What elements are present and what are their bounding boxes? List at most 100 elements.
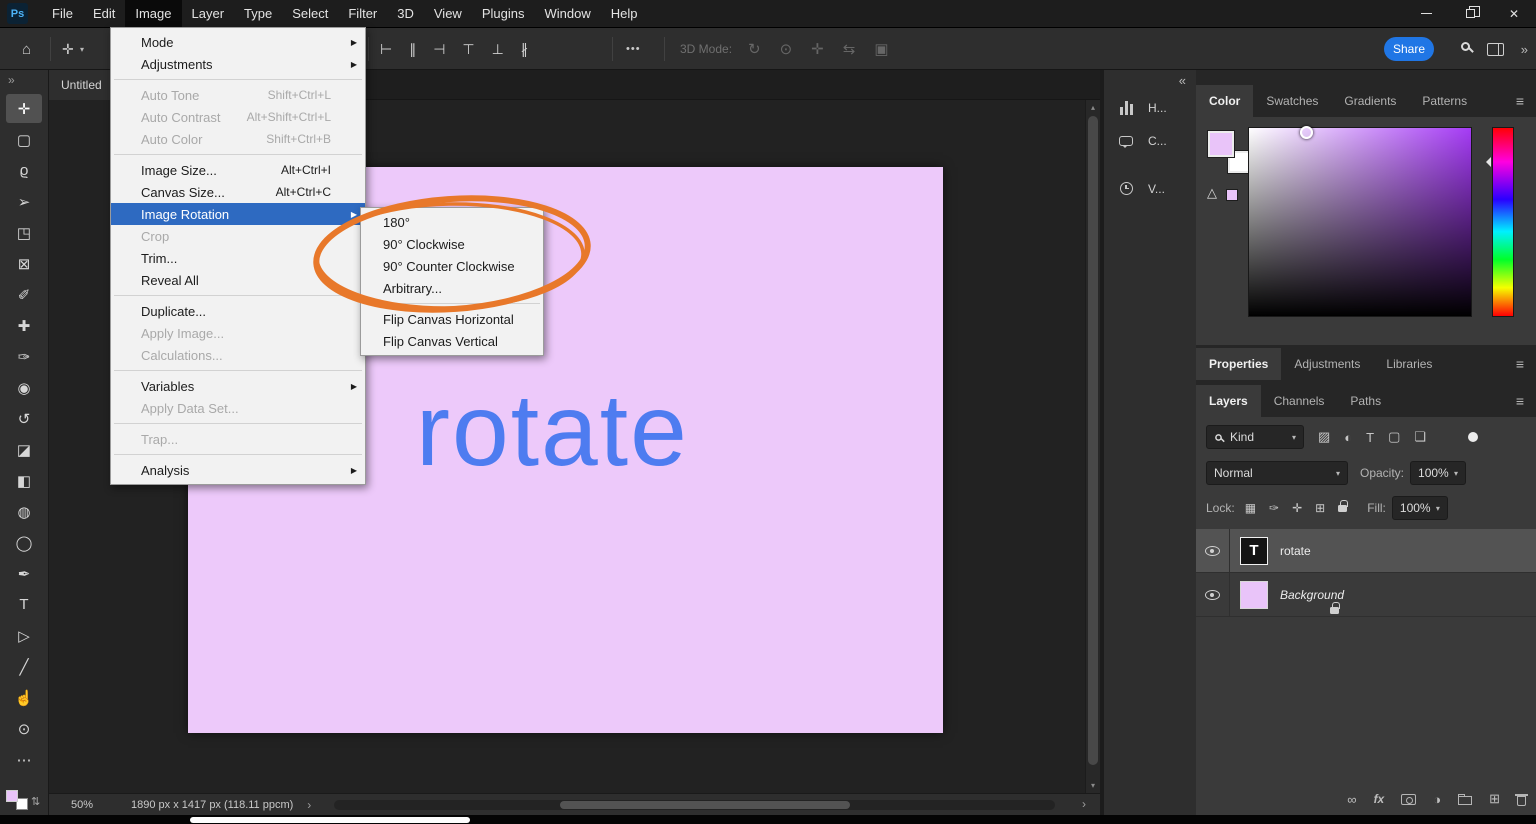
layer-visibility-icon[interactable] (1205, 546, 1220, 556)
menu-item-apply-data-set[interactable]: Apply Data Set... (111, 397, 365, 419)
menu-item-analysis[interactable]: Analysis ▶ (111, 459, 365, 481)
menu-item-image-rotation[interactable]: Image Rotation ▶ (111, 203, 365, 225)
foreground-color-swatch[interactable] (6, 790, 18, 802)
layer-filter-kind-select[interactable]: Kind ▾ (1206, 425, 1304, 449)
tab-swatches[interactable]: Swatches (1253, 85, 1331, 117)
scroll-up-icon[interactable]: ▴ (1086, 103, 1100, 112)
filter-shape-layers-icon[interactable]: ▢ (1388, 429, 1400, 445)
menu-item-auto-tone[interactable]: Auto Tone Shift+Ctrl+L (111, 84, 365, 106)
blur-tool[interactable]: ◍ (6, 497, 42, 526)
lock-position-icon[interactable]: ✛ (1292, 501, 1302, 515)
opacity-select[interactable]: 100% ▾ (1410, 461, 1466, 485)
vertical-scrollbar-thumb[interactable] (1088, 116, 1098, 765)
lock-artboard-icon[interactable]: ⊞ (1315, 501, 1325, 515)
tab-paths[interactable]: Paths (1337, 385, 1394, 417)
layer-thumbnail[interactable]: T (1240, 537, 1268, 565)
pen-tool[interactable]: ✒ (6, 559, 42, 588)
filter-toggle-icon[interactable] (1468, 432, 1478, 442)
menu-window[interactable]: Window (534, 0, 600, 27)
line-tool[interactable]: ╱ (6, 652, 42, 681)
lock-all-icon[interactable] (1338, 505, 1347, 512)
object-selection-tool[interactable]: ➢ (6, 187, 42, 216)
restore-button[interactable] (1448, 0, 1492, 27)
menu-view[interactable]: View (424, 0, 472, 27)
minimize-button[interactable] (1404, 0, 1448, 27)
lasso-tool[interactable]: ϱ (6, 156, 42, 185)
gradient-tool[interactable]: ◧ (6, 466, 42, 495)
align-top-edges-icon[interactable]: ⊤ (462, 41, 474, 58)
path-selection-tool[interactable]: ▷ (6, 621, 42, 650)
adjustment-layer-icon[interactable]: ◑ (1433, 792, 1441, 807)
blend-mode-select[interactable]: Normal ▾ (1206, 461, 1348, 485)
layer-visibility-icon[interactable] (1205, 590, 1220, 600)
status-chevron-icon[interactable]: › (307, 798, 311, 812)
menu-item-image-size[interactable]: Image Size... Alt+Ctrl+I (111, 159, 365, 181)
panel-menu-icon[interactable]: ≡ (1516, 348, 1536, 380)
gamut-warning-icon[interactable]: △ (1207, 185, 1217, 201)
align-right-edges-icon[interactable]: ⊣ (433, 41, 445, 58)
menu-item-duplicate[interactable]: Duplicate... (111, 300, 365, 322)
submenu-item-flip-canvas-vertical[interactable]: Flip Canvas Vertical (361, 330, 543, 352)
double-chevron-right-icon[interactable]: » (1521, 28, 1528, 70)
menu-item-calculations[interactable]: Calculations... (111, 344, 365, 366)
tab-channels[interactable]: Channels (1261, 385, 1338, 417)
menu-edit[interactable]: Edit (83, 0, 125, 27)
marquee-tool[interactable]: ▢ (6, 125, 42, 154)
camera-3d-icon[interactable]: ▣ (874, 40, 888, 58)
layer-row[interactable]: T rotate (1196, 529, 1536, 573)
healing-brush-tool[interactable]: ✚ (6, 311, 42, 340)
menu-image[interactable]: Image (125, 0, 181, 27)
horizontal-scrollbar[interactable] (334, 800, 1055, 810)
toolbar-expand-icon[interactable]: » (0, 70, 48, 90)
video-progress-bar[interactable] (190, 817, 470, 823)
scroll-down-icon[interactable]: ▾ (1086, 781, 1100, 790)
tab-properties[interactable]: Properties (1196, 348, 1281, 380)
delete-layer-icon[interactable] (1517, 796, 1526, 806)
menu-item-apply-image[interactable]: Apply Image... (111, 322, 365, 344)
menu-item-adjustments[interactable]: Adjustments ▶ (111, 53, 365, 75)
panel-menu-icon[interactable]: ≡ (1516, 385, 1536, 417)
menu-item-auto-color[interactable]: Auto Color Shift+Ctrl+B (111, 128, 365, 150)
tab-gradients[interactable]: Gradients (1331, 85, 1409, 117)
submenu-item-180[interactable]: 180° (361, 211, 543, 233)
new-layer-icon[interactable]: ⊞ (1489, 791, 1500, 807)
saturation-brightness-field[interactable] (1248, 127, 1472, 317)
tab-patterns[interactable]: Patterns (1409, 85, 1480, 117)
menu-item-variables[interactable]: Variables ▶ (111, 375, 365, 397)
menu-file[interactable]: File (42, 0, 83, 27)
menu-select[interactable]: Select (282, 0, 338, 27)
layer-row[interactable]: Background (1196, 573, 1536, 617)
history-brush-tool[interactable]: ↺ (6, 404, 42, 433)
menu-type[interactable]: Type (234, 0, 282, 27)
histogram-panel-button[interactable]: H... (1104, 91, 1196, 124)
layer-mask-icon[interactable] (1401, 794, 1416, 805)
align-bottom-edges-icon[interactable]: ⊥ (492, 41, 504, 58)
menu-layer[interactable]: Layer (182, 0, 235, 27)
close-button[interactable]: ✕ (1492, 0, 1536, 27)
zoom-tool[interactable]: ⊙ (6, 714, 42, 743)
drag-3d-icon[interactable]: ✛ (811, 40, 824, 58)
version-history-panel-button[interactable]: V... (1104, 172, 1196, 205)
layer-thumbnail[interactable] (1240, 581, 1268, 609)
color-picker-ring[interactable] (1300, 126, 1313, 139)
slide-3d-icon[interactable]: ⇆ (843, 40, 856, 58)
tab-layers[interactable]: Layers (1196, 385, 1261, 417)
align-horizontal-centers-icon[interactable]: ∥ (409, 41, 416, 58)
menu-3d[interactable]: 3D (387, 0, 424, 27)
share-button[interactable]: Share (1384, 37, 1434, 61)
foreground-color-swatch[interactable] (1208, 131, 1234, 157)
filter-type-layers-icon[interactable]: T (1366, 430, 1374, 445)
horizontal-scrollbar-thumb[interactable] (560, 801, 850, 809)
workspace-panel-icon[interactable] (1487, 43, 1504, 56)
link-layers-icon[interactable]: ∞ (1347, 792, 1356, 807)
edit-toolbar-icon[interactable]: ⋯ (6, 745, 42, 774)
lock-image-pixels-icon[interactable]: ✑ (1269, 501, 1279, 515)
hand-tool[interactable]: ☝ (6, 683, 42, 712)
submenu-item-arbitrary[interactable]: Arbitrary... (361, 277, 543, 299)
search-icon[interactable] (1461, 42, 1470, 51)
menu-item-mode[interactable]: Mode ▶ (111, 31, 365, 53)
menu-item-trim[interactable]: Trim... (111, 247, 365, 269)
chevron-down-icon[interactable]: ▾ (80, 28, 84, 70)
more-options-icon[interactable]: ••• (626, 28, 641, 70)
type-tool[interactable]: T (6, 590, 42, 619)
